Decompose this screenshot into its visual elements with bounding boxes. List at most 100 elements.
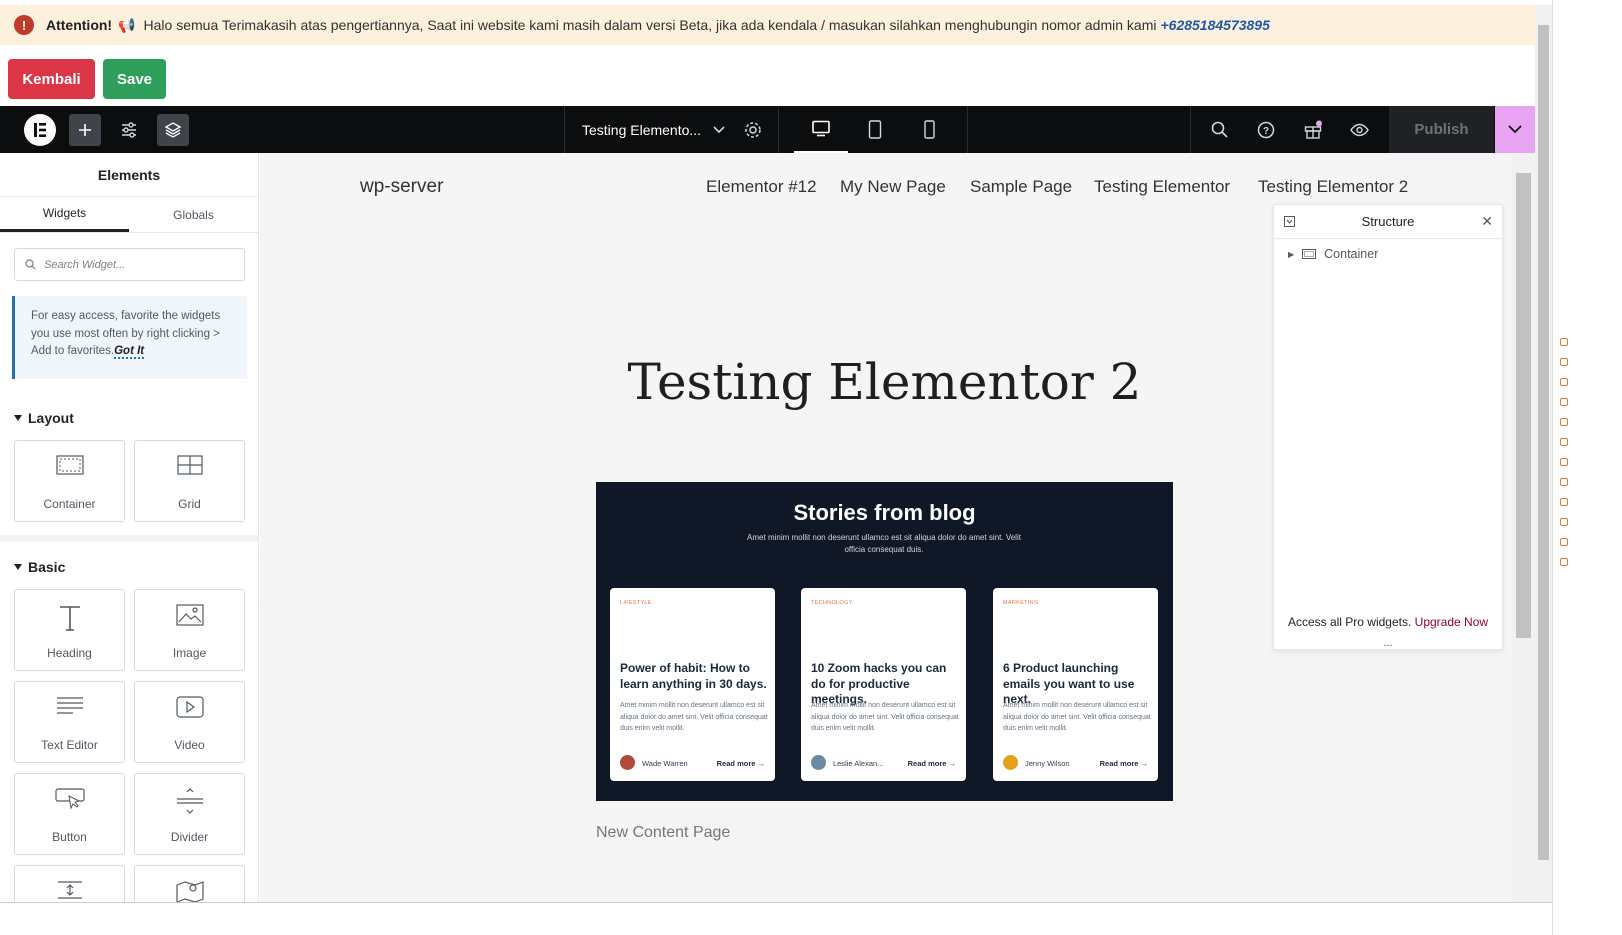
elementor-logo-icon [24,113,56,146]
grid-icon [176,455,203,475]
structure-button[interactable] [157,106,189,153]
widget-google-maps[interactable] [134,865,245,903]
preview-button[interactable] [1343,106,1375,153]
nav-item-elementor-12[interactable]: Elementor #12 [706,177,817,197]
save-button[interactable]: Save [103,59,166,99]
widget-label: Divider [170,830,209,844]
nav-item-my-new-page[interactable]: My New Page [840,177,946,197]
tab-widgets[interactable]: Widgets [0,197,129,232]
avatar [811,755,826,770]
add-element-button[interactable] [69,106,101,153]
widget-spacer[interactable] [14,865,125,903]
search-widget-input[interactable]: Search Widget... [14,248,245,281]
plus-icon [69,113,101,146]
widget-label: Text Editor [41,738,98,752]
eye-icon [1349,123,1369,136]
search-button[interactable] [1203,106,1235,153]
category-basic[interactable]: Basic [14,559,65,575]
attention-banner: ! Attention! 📢 Halo semua Terimakasih at… [0,5,1535,45]
image-icon [175,604,204,626]
structure-item-container[interactable]: ▶ Container [1288,247,1378,261]
divider-icon [176,788,203,814]
widget-video[interactable]: Video [134,681,245,763]
avatar [1003,755,1018,770]
card-author: Leslie Alexan... [833,759,884,768]
blog-card[interactable]: LIFESTYLE Power of habit: How to learn a… [610,588,775,781]
card-tag: LIFESTYLE [620,600,652,606]
map-icon [175,881,204,903]
got-it-link[interactable]: Got It [114,345,145,359]
admin-phone-link[interactable]: +6285184573895 [1160,17,1269,33]
page-title[interactable]: Testing Elementor 2 [596,353,1173,411]
mobile-view-button[interactable] [902,106,956,153]
card-tag: TECHNOLOGY [811,600,853,606]
elements-panel: Elements Widgets Globals Search Widget..… [0,153,259,903]
read-more-link[interactable]: Read more → [908,759,956,768]
canvas-scrollbar-thumb[interactable] [1516,173,1531,638]
exclamation-icon: ! [14,15,34,35]
attention-label: Attention! [46,17,113,33]
category-label: Basic [28,559,66,575]
chevron-down-icon [1508,125,1522,134]
read-more-link[interactable]: Read more → [1100,759,1148,768]
whats-new-button[interactable] [1297,106,1329,153]
page-settings-button[interactable] [734,106,772,153]
svg-text:?: ? [1263,126,1269,137]
blog-section[interactable]: Stories from blog Amet minim mollit non … [596,482,1173,801]
widget-label: Container [43,497,96,511]
mobile-icon [923,120,935,139]
search-icon [1211,121,1228,138]
tab-globals[interactable]: Globals [129,197,258,232]
search-placeholder: Search Widget... [44,258,126,271]
container-icon [1302,249,1317,259]
card-excerpt: Amet minim mollit non deserunt ullamco e… [620,702,768,732]
widget-divider[interactable]: Divider [134,773,245,855]
resize-handle[interactable]: ... [1274,637,1502,649]
tablet-view-button[interactable] [848,106,902,153]
pro-upsell: Access all Pro widgets. Upgrade Now [1287,615,1489,629]
favorites-tip: For easy access, favorite the widgets yo… [12,296,247,379]
widget-heading[interactable]: Heading [14,589,125,671]
publish-options-button[interactable] [1495,106,1535,153]
desktop-view-button[interactable] [794,106,848,153]
widget-label: Grid [178,497,201,511]
back-button[interactable]: Kembali [8,59,95,99]
nav-item-sample-page[interactable]: Sample Page [970,177,1072,197]
widget-text-editor[interactable]: Text Editor [14,681,125,763]
avatar [620,755,635,770]
blog-card[interactable]: MARKETING 6 Product launching emails you… [993,588,1158,781]
document-title-dropdown[interactable]: Testing Elemento... [564,106,734,153]
publish-button[interactable]: Publish [1389,106,1494,153]
text-editor-icon [56,697,83,714]
card-author: Wade Warren [642,759,688,768]
structure-title: Structure [1361,214,1415,229]
desktop-icon [812,120,830,137]
site-settings-button[interactable] [113,106,145,153]
card-excerpt: Amet minim mollit non deserunt ullamco e… [811,702,959,732]
read-more-link[interactable]: Read more → [717,759,765,768]
new-content-text[interactable]: New Content Page [596,824,730,842]
arrow-right-icon: → [757,759,766,768]
page-scrollbar-thumb[interactable] [1538,25,1549,860]
nav-item-testing-elementor-2[interactable]: Testing Elementor 2 [1258,177,1408,197]
help-button[interactable]: ? [1250,106,1282,153]
widget-image[interactable]: Image [134,589,245,671]
arrow-right-icon: → [1140,759,1149,768]
site-title[interactable]: wp-server [360,176,443,198]
widget-grid[interactable]: Grid [134,440,245,522]
card-title: Power of habit: How to learn anything in… [620,661,767,691]
elementor-logo-button[interactable] [22,106,58,153]
nav-item-testing-elementor[interactable]: Testing Elementor [1094,177,1230,197]
widget-label: Video [174,738,205,752]
close-icon[interactable]: ✕ [1481,213,1493,230]
widget-container[interactable]: Container [14,440,125,522]
layers-icon [157,113,189,146]
structure-panel: Structure ✕ ▶ Container Access all Pro w… [1273,204,1503,650]
panel-tabs: Widgets Globals [0,197,258,233]
upgrade-now-link[interactable]: Upgrade Now [1415,615,1488,629]
document-title: Testing Elemento... [582,121,702,138]
blog-card[interactable]: TECHNOLOGY 10 Zoom hacks you can do for … [801,588,966,781]
widget-button[interactable]: Button [14,773,125,855]
collapse-all-icon[interactable] [1284,216,1295,227]
category-layout[interactable]: Layout [14,410,74,426]
